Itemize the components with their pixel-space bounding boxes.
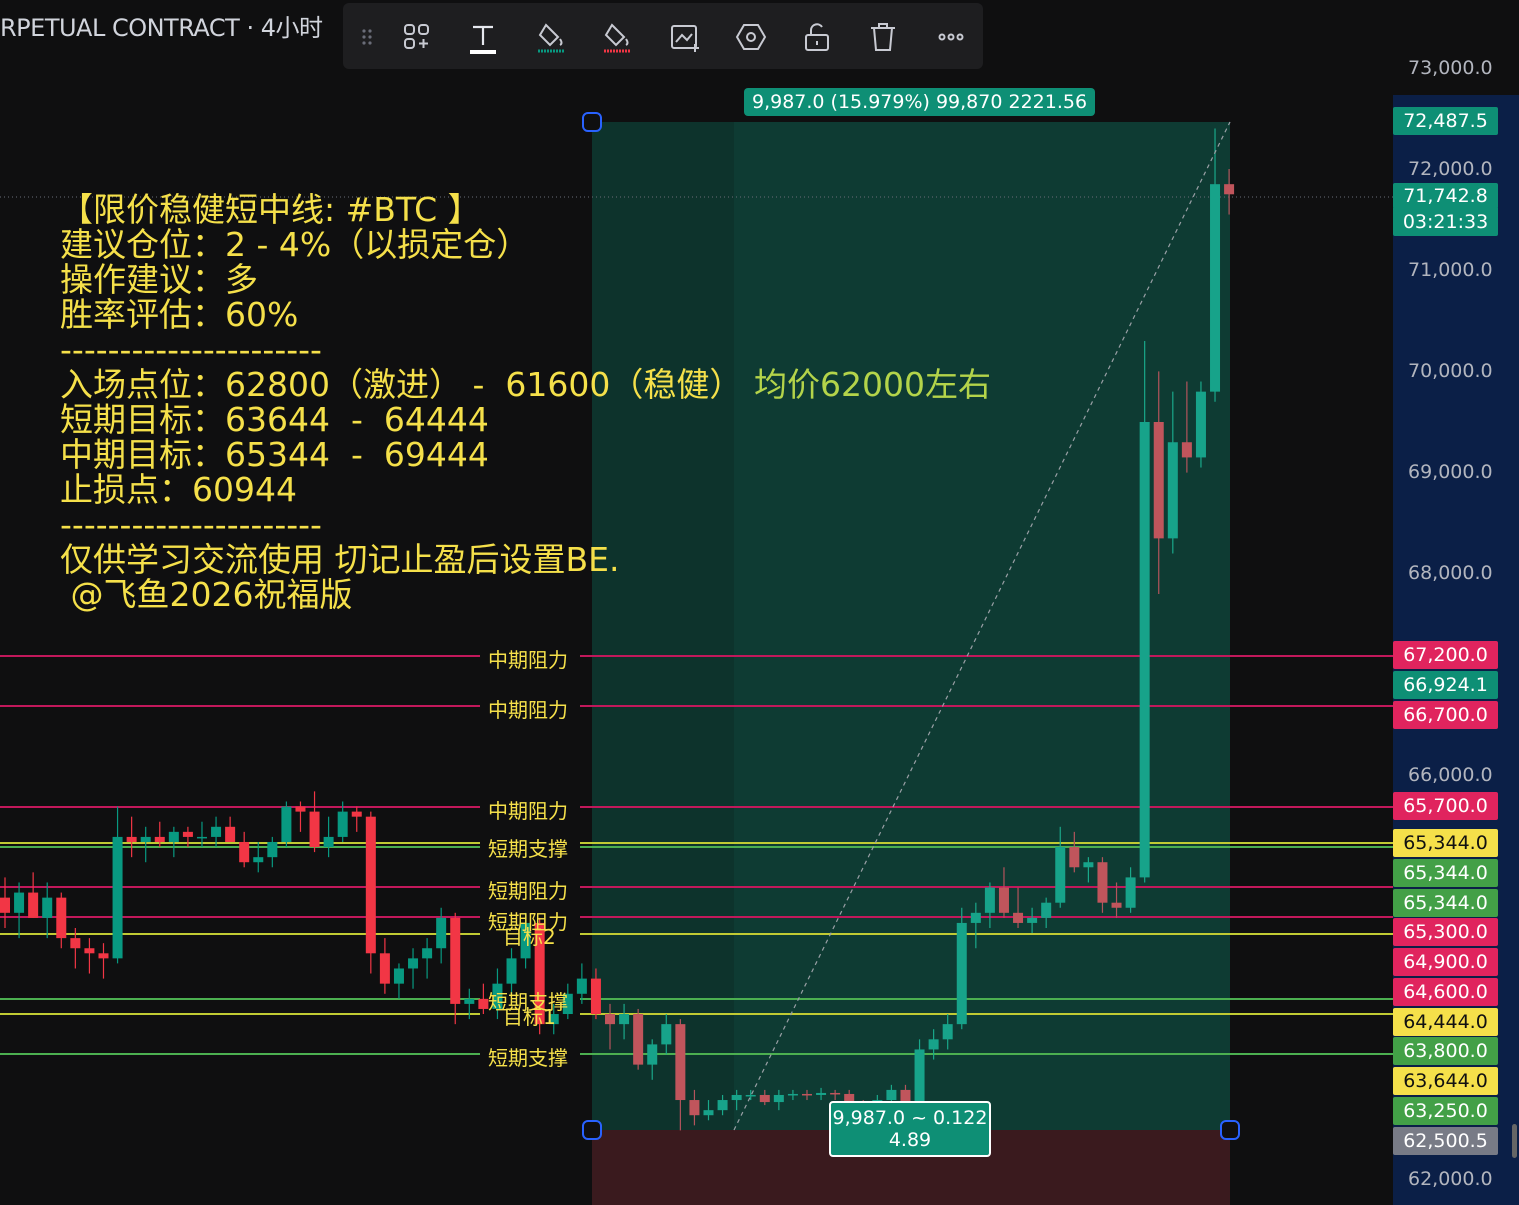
- price-tag: 03:21:33: [1393, 208, 1498, 236]
- candle[interactable]: [956, 907, 967, 1030]
- strategy-position: 建议仓位：2 - 4%（以损定仓）: [60, 225, 530, 264]
- text-icon[interactable]: [463, 17, 503, 57]
- candle[interactable]: [98, 943, 109, 979]
- price-tag: 65,344.0: [1393, 889, 1498, 917]
- measure-bottom-label: 9,987.0 ~ 0.122 4.89: [829, 1101, 991, 1157]
- measure-top-label: 9,987.0 (15.979%) 99,870 2221.56: [744, 88, 1096, 116]
- trash-icon[interactable]: [863, 17, 903, 57]
- candle[interactable]: [112, 806, 123, 964]
- price-tag: 64,900.0: [1393, 948, 1498, 976]
- candle[interactable]: [450, 912, 461, 1025]
- candle[interactable]: [309, 791, 320, 853]
- price-tag: 71,742.8: [1393, 183, 1498, 209]
- level-label: 短期阻力: [488, 879, 568, 903]
- price-tag: 66,924.1: [1393, 671, 1498, 699]
- strategy-author: @飞鱼2026祝福版: [60, 575, 353, 614]
- strategy-entry: 入场点位：62800（激进） - 61600（稳健）: [60, 365, 743, 404]
- candle[interactable]: [56, 892, 67, 949]
- price-tag: 66,700.0: [1393, 701, 1498, 729]
- price-tag: 65,344.0: [1393, 829, 1498, 857]
- drawing-handle[interactable]: [582, 1120, 602, 1140]
- candle[interactable]: [633, 1008, 644, 1070]
- candle[interactable]: [239, 831, 250, 868]
- candle[interactable]: [14, 882, 25, 939]
- candle[interactable]: [42, 882, 53, 939]
- candle[interactable]: [182, 826, 193, 848]
- candle[interactable]: [379, 938, 390, 994]
- price-tag: 65,300.0: [1393, 918, 1498, 946]
- strategy-mid-target: 中期目标：65344 - 69444: [60, 435, 489, 474]
- candle[interactable]: [422, 938, 433, 979]
- settings-hexagon-icon[interactable]: [731, 17, 771, 57]
- level-label: 中期阻力: [488, 698, 568, 722]
- level-label: 短期支撑: [488, 1046, 568, 1070]
- price-tag: 63,800.0: [1393, 1037, 1498, 1065]
- candle[interactable]: [28, 872, 39, 918]
- candle[interactable]: [0, 877, 10, 928]
- candle[interactable]: [365, 811, 376, 974]
- strategy-avg-price: 均价62000左右: [754, 365, 991, 404]
- measure-bottom-line2: 4.89: [888, 1129, 932, 1151]
- candle[interactable]: [1139, 341, 1150, 883]
- candle[interactable]: [84, 938, 95, 974]
- drag-handle-icon[interactable]: [347, 17, 387, 57]
- candle[interactable]: [323, 816, 334, 858]
- candle[interactable]: [351, 806, 362, 832]
- strategy-direction: 操作建议：多: [60, 260, 258, 299]
- measure-bottom-line1: 9,987.0 ~ 0.122: [832, 1107, 988, 1129]
- chart-stage[interactable]: RPETUAL CONTRACT · 4小时 【限价稳健短中线: #BTC 】 …: [0, 0, 1519, 1205]
- price-tick: 62,000.0: [1408, 1168, 1493, 1190]
- level-label: 目标2: [503, 925, 556, 949]
- more-icon[interactable]: [931, 17, 971, 57]
- price-tag: 67,200.0: [1393, 641, 1498, 669]
- price-tag: 65,344.0: [1393, 859, 1498, 887]
- price-tag: 72,487.5: [1393, 107, 1498, 135]
- strategy-winrate: 胜率评估：60%: [60, 295, 299, 334]
- price-tag: 65,700.0: [1393, 792, 1498, 820]
- strategy-title: 【限价稳健短中线: #BTC 】: [60, 190, 481, 229]
- candle[interactable]: [140, 826, 151, 863]
- strategy-disclaimer: 仅供学习交流使用 切记止盈后设置BE.: [60, 540, 620, 579]
- price-tick: 72,000.0: [1408, 158, 1493, 180]
- drawing-handle[interactable]: [582, 112, 602, 132]
- strategy-separator-2: ----------------------: [60, 505, 322, 544]
- strategy-separator: ----------------------: [60, 330, 322, 369]
- strategy-stop-loss: 止损点：60944: [60, 470, 297, 509]
- candle[interactable]: [408, 948, 419, 989]
- price-tick: 66,000.0: [1408, 764, 1493, 786]
- price-tag: 64,600.0: [1393, 978, 1498, 1006]
- level-label: 短期支撑: [488, 837, 568, 861]
- candle[interactable]: [126, 816, 137, 858]
- price-tick: 68,000.0: [1408, 562, 1493, 584]
- price-tag: 64,444.0: [1393, 1008, 1498, 1036]
- candle[interactable]: [281, 801, 292, 848]
- chart-title: RPETUAL CONTRACT · 4小时: [0, 14, 323, 42]
- strategy-short-target: 短期目标：63644 - 64444: [60, 400, 489, 439]
- price-tick: 71,000.0: [1408, 259, 1493, 281]
- price-tag: 63,250.0: [1393, 1097, 1498, 1125]
- candle[interactable]: [168, 826, 179, 858]
- price-tag: 63,644.0: [1393, 1067, 1498, 1095]
- candle[interactable]: [393, 963, 404, 999]
- fill-bucket-alt-icon[interactable]: [597, 17, 637, 57]
- image-add-icon[interactable]: [665, 17, 705, 57]
- level-label: 中期阻力: [488, 799, 568, 823]
- price-tick: 73,000.0: [1408, 57, 1493, 79]
- candle[interactable]: [267, 836, 278, 868]
- level-label: 目标1: [503, 1005, 556, 1029]
- unlock-icon[interactable]: [797, 17, 837, 57]
- drawing-handle[interactable]: [1220, 1120, 1240, 1140]
- price-tick: 70,000.0: [1408, 360, 1493, 382]
- scrollbar-handle[interactable]: [1512, 1124, 1517, 1158]
- add-group-icon[interactable]: [397, 17, 437, 57]
- candle[interactable]: [225, 816, 236, 842]
- fill-bucket-icon[interactable]: [531, 17, 571, 57]
- candle[interactable]: [576, 963, 587, 1004]
- drawing-toolbar: [343, 3, 983, 69]
- level-label: 中期阻力: [488, 648, 568, 672]
- candle[interactable]: [1195, 381, 1206, 468]
- profit-zone-shade: [592, 122, 734, 1130]
- price-tick: 69,000.0: [1408, 461, 1493, 483]
- price-tag: 62,500.5: [1393, 1127, 1498, 1155]
